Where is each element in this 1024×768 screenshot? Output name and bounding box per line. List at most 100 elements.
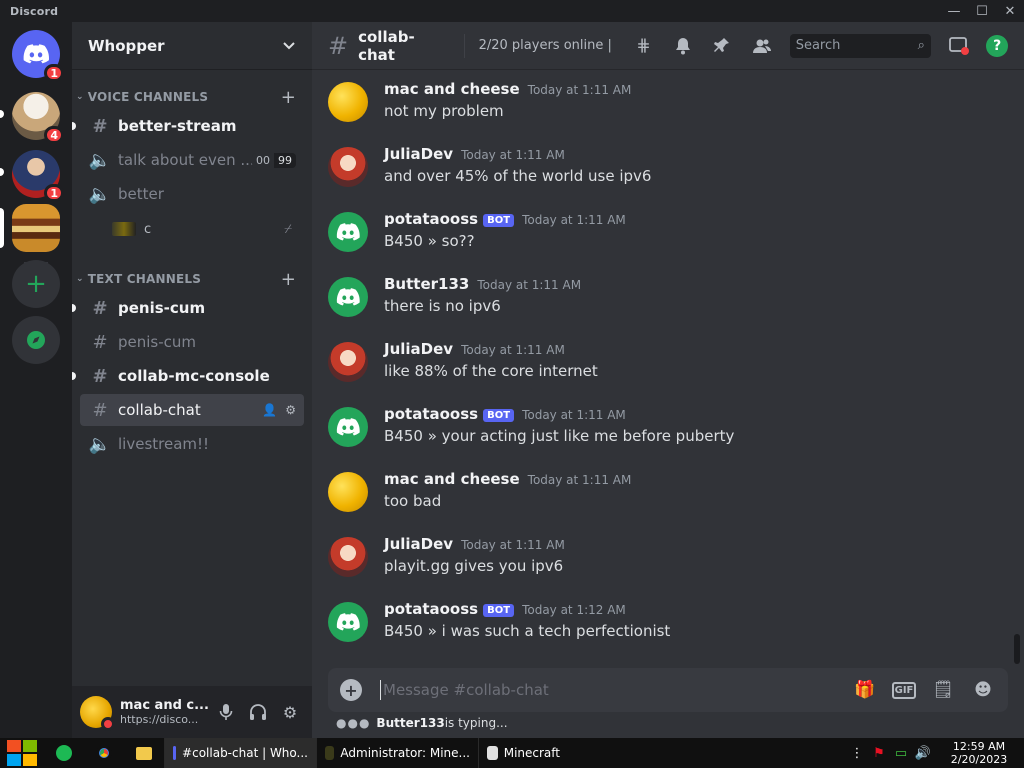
message-input[interactable]: Message #collab-chat [380,680,852,700]
threads-icon[interactable]: ⋕ [632,34,656,58]
message[interactable]: JuliaDev Today at 1:11 AM playit.gg gives… [328,533,1008,591]
caret-down-icon: ⌄ [76,92,84,102]
message-author[interactable]: potataooss [384,210,478,228]
message-text: too bad [384,492,442,510]
avatar[interactable] [328,277,368,317]
message[interactable]: potataooss BOT Today at 1:11 AM B450 » so?… [328,208,1008,266]
discord-logo-icon [336,418,360,436]
minimize-button[interactable]: — [940,0,968,22]
channel-label: better [118,185,164,203]
message[interactable]: potataooss BOT Today at 1:12 AM B450 » i w… [328,598,1008,656]
chrome-taskbar-icon[interactable] [84,738,124,768]
pin-icon[interactable] [711,34,735,58]
user-info[interactable]: mac and c... https://disco... [120,698,208,726]
invite-icon[interactable]: 👤 [262,403,277,417]
emoji-icon[interactable]: ☻ [970,680,996,700]
channel-better-stream[interactable]: # better-stream [72,110,304,142]
clock[interactable]: 12:59 AM 2/20/2023 [934,740,1024,766]
add-server-button[interactable]: + [12,260,60,308]
category-voice-channels[interactable]: ⌄ VOICE CHANNELS + [72,86,312,108]
inbox-icon[interactable] [947,34,971,58]
channel-collab-chat[interactable]: # collab-chat 👤 ⚙ [80,394,304,426]
message[interactable]: JuliaDev Today at 1:11 AM like 88% of the… [328,338,1008,396]
channel-label: collab-chat [118,401,201,419]
settings-gear-icon[interactable]: ⚙ [276,698,304,726]
avatar[interactable] [328,602,368,642]
spotify-taskbar-icon[interactable] [44,738,84,768]
caret-down-icon: ⌄ [76,274,84,284]
channel-livestream[interactable]: 🔈 livestream!! [80,428,304,460]
microphone-icon[interactable] [212,698,240,726]
sticker-icon[interactable]: 🗒 [930,680,956,700]
typing-indicator: ●●● Butter133 is typing... [336,716,508,730]
message-author[interactable]: potataooss [384,405,478,423]
direct-messages-button[interactable]: 1 [12,30,64,82]
channel-topic[interactable]: 2/20 players online | ... [479,38,616,53]
message-author[interactable]: potataooss [384,600,478,618]
message-author[interactable]: JuliaDev [384,340,453,358]
gif-button[interactable]: GIF [892,681,916,699]
message-timestamp: Today at 1:11 AM [461,343,565,357]
server-icon-2[interactable]: 4 [12,92,64,144]
avatar[interactable] [328,537,368,577]
message-author[interactable]: JuliaDev [384,535,453,553]
channel-talk-about-even[interactable]: 🔈 talk about even ... 00 99 [80,144,304,176]
gift-icon[interactable]: 🎁 [852,680,878,700]
message[interactable]: mac and cheese Today at 1:11 AM too bad [328,468,1008,526]
taskbar-task-console[interactable]: Administrator: Mine... [316,738,478,768]
channel-penis-cum[interactable]: # penis-cum [72,292,304,324]
help-icon[interactable]: ? [986,34,1008,57]
server-icon-3[interactable]: 1 [12,150,64,202]
channel-penis-cum-2[interactable]: # penis-cum [80,326,304,358]
avatar[interactable] [328,342,368,382]
voice-user[interactable]: c ⌿ [112,216,304,242]
user-limit: 99 [274,152,296,168]
clock-time: 12:59 AM [952,740,1006,753]
bell-icon[interactable] [671,34,695,58]
flag-icon[interactable]: ⚑ [868,746,890,761]
avatar[interactable] [328,407,368,447]
unread-indicator [72,304,76,312]
scrollbar[interactable] [1014,634,1020,664]
server-icon-whopper[interactable] [12,204,60,252]
gear-icon[interactable]: ⚙ [285,403,296,417]
create-channel-icon[interactable]: + [281,87,296,108]
create-channel-icon[interactable]: + [281,269,296,290]
discord-logo-icon [336,223,360,241]
server-header[interactable]: Whopper [72,22,312,70]
message-author[interactable]: Butter133 [384,275,469,293]
message[interactable]: Butter133 Today at 1:11 AM there is no ip… [328,273,1008,331]
headphones-icon[interactable] [244,698,272,726]
search-input[interactable]: Search ⌕ [789,33,931,58]
message-author[interactable]: mac and cheese [384,470,520,488]
explore-servers-button[interactable] [12,316,60,364]
member-list-icon[interactable] [750,34,774,58]
maximize-button[interactable]: ☐ [968,0,996,22]
message[interactable]: potataooss BOT Today at 1:11 AM B450 » you… [328,403,1008,461]
windows-logo-icon [7,740,37,766]
message[interactable]: mac and cheese Today at 1:11 AM not my pr… [328,78,1008,136]
channel-better[interactable]: 🔈 better [80,178,304,210]
message-author[interactable]: JuliaDev [384,145,453,163]
taskbar-task-minecraft[interactable]: Minecraft [478,738,568,768]
channel-title: collab-chat [358,27,415,64]
voice-user-name: c [144,221,152,237]
channel-collab-mc-console[interactable]: # collab-mc-console [72,360,304,392]
avatar[interactable] [328,82,368,122]
overflow-icon[interactable]: ⋮ [846,746,868,761]
bot-tag: BOT [483,409,515,422]
upload-plus-button[interactable]: + [340,679,362,701]
message[interactable]: JuliaDev Today at 1:11 AM and over 45% of… [328,143,1008,201]
volume-icon[interactable]: 🔊 [912,746,934,761]
close-button[interactable]: ✕ [996,0,1024,22]
avatar[interactable] [328,212,368,252]
category-text-channels[interactable]: ⌄ TEXT CHANNELS + [72,268,312,290]
avatar[interactable] [328,472,368,512]
avatar[interactable] [328,147,368,187]
network-icon[interactable]: ▭ [890,746,912,761]
start-button[interactable] [0,738,44,768]
message-author[interactable]: mac and cheese [384,80,520,98]
avatar[interactable] [80,696,115,731]
file-explorer-taskbar-icon[interactable] [124,738,164,768]
taskbar-task-discord[interactable]: #collab-chat | Who... [164,738,316,768]
